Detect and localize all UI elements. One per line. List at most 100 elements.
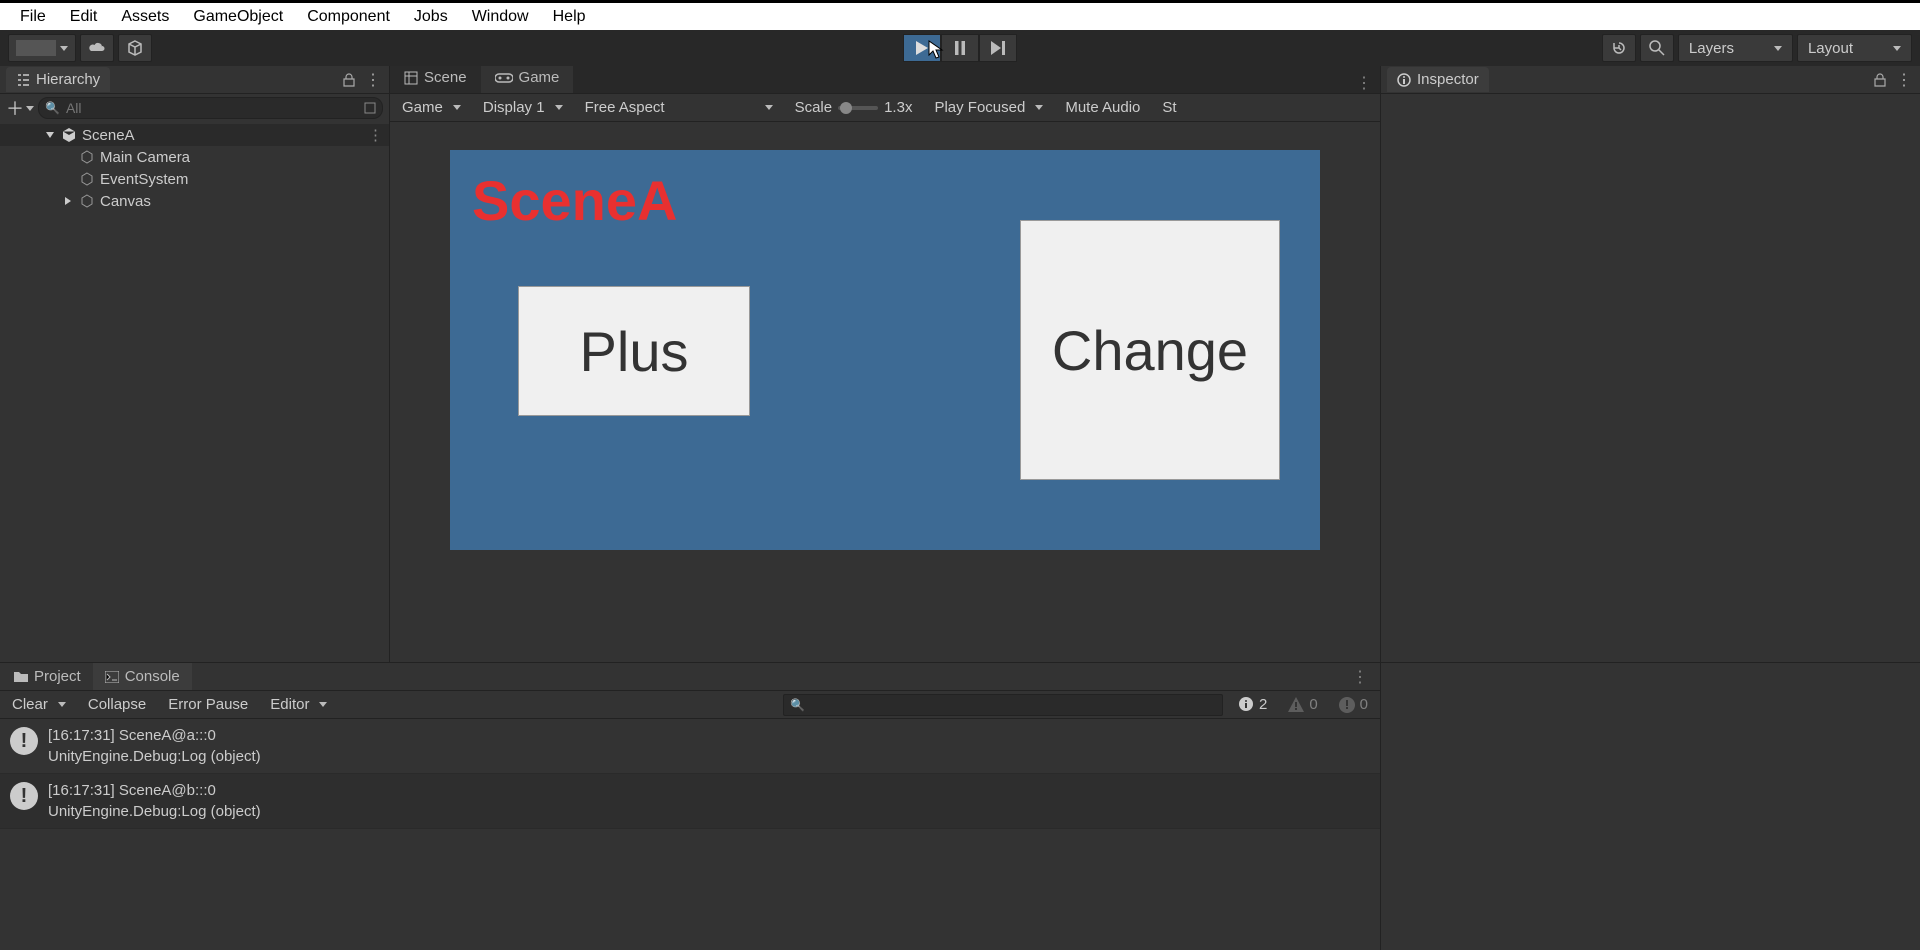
stats-toggle[interactable]: St [1156,99,1182,116]
hierarchy-search-type-icon[interactable] [364,102,376,114]
search-icon: 🔍 [790,698,805,712]
tab-game[interactable]: Game [481,64,574,93]
gameobject-icon [78,170,96,188]
inspector-menu-button[interactable]: ⋮ [1894,70,1914,90]
info-bubble-icon [1237,696,1255,714]
game-plus-button[interactable]: Plus [518,286,750,416]
history-icon [1611,40,1627,56]
log-info-icon: ! [10,782,38,810]
display-dropdown[interactable]: Display 1 [477,99,569,116]
game-view: SceneA Plus Change [390,122,1380,662]
layers-dropdown[interactable]: Layers [1678,34,1793,62]
layout-dropdown[interactable]: Layout [1797,34,1912,62]
tab-console[interactable]: Console [93,663,192,690]
console-search-box[interactable]: 🔍 [783,694,1223,716]
console-log-entry[interactable]: ! [16:17:31] SceneA@a:::0 UnityEngine.De… [0,719,1380,774]
global-search-button[interactable] [1640,34,1674,62]
info-icon [1397,73,1411,87]
console-collapse-toggle[interactable]: Collapse [82,696,152,713]
menu-dots-icon: ⋮ [1896,70,1912,90]
menubar: File Edit Assets GameObject Component Jo… [0,0,1920,30]
console-error-pause-toggle[interactable]: Error Pause [162,696,254,713]
step-button[interactable] [979,34,1017,62]
console-log-entry[interactable]: ! [16:17:31] SceneA@b:::0 UnityEngine.De… [0,774,1380,829]
search-icon: 🔍 [45,101,60,115]
console-icon [105,671,119,683]
hierarchy-tree: SceneA ⋮ Main Camera EventSystem [0,122,389,662]
hierarchy-lock-button[interactable] [339,70,359,90]
menu-dots-icon: ⋮ [365,70,381,90]
play-button[interactable] [903,34,941,62]
center-panel-menu[interactable]: ⋮ [1356,73,1372,93]
mute-audio-toggle[interactable]: Mute Audio [1059,99,1146,116]
tab-scene[interactable]: Scene [390,64,481,93]
hierarchy-search-input[interactable] [66,100,358,116]
cloud-button[interactable] [80,34,114,62]
main-toolbar: Layers Layout [0,30,1920,66]
hierarchy-panel: Hierarchy ⋮ ＋ 🔍 [0,66,390,662]
bottom-panel-menu[interactable]: ⋮ [1352,667,1368,687]
console-error-filter[interactable]: 0 [1332,696,1374,714]
tab-project[interactable]: Project [2,663,93,690]
menu-component[interactable]: Component [295,4,402,30]
console-search-input[interactable] [811,697,1216,713]
warning-icon [1287,696,1305,714]
search-icon [1649,40,1665,56]
scene-item-menu[interactable]: ⋮ [368,126,383,144]
game-icon [495,72,513,84]
lock-icon [343,73,355,87]
inspector-tab[interactable]: Inspector [1387,67,1489,92]
hierarchy-item-canvas[interactable]: Canvas [0,190,389,212]
gameobject-icon [78,148,96,166]
aspect-dropdown[interactable]: Free Aspect [579,99,779,116]
menu-edit[interactable]: Edit [58,4,110,30]
menu-help[interactable]: Help [541,4,598,30]
game-toolbar: Game Display 1 Free Aspect Scale 1.3x Pl… [390,94,1380,122]
hierarchy-search-box[interactable]: 🔍 [38,97,383,119]
scene-icon [404,71,418,85]
hierarchy-item-eventsystem[interactable]: EventSystem [0,168,389,190]
console-log-list: ! [16:17:31] SceneA@a:::0 UnityEngine.De… [0,719,1380,829]
unity-icon [60,126,78,144]
playback-controls [903,34,1017,62]
package-icon [127,40,143,56]
lock-icon [1874,73,1886,87]
folder-icon [14,671,28,683]
menu-jobs[interactable]: Jobs [402,4,460,30]
hierarchy-scene-root[interactable]: SceneA ⋮ [0,124,389,146]
menu-gameobject[interactable]: GameObject [181,4,295,30]
inspector-panel: Inspector ⋮ [1380,66,1920,662]
error-icon [1338,696,1356,714]
game-change-button[interactable]: Change [1020,220,1280,480]
game-mode-dropdown[interactable]: Game [396,99,467,116]
menu-file[interactable]: File [8,4,58,30]
scale-control[interactable]: Scale 1.3x [789,99,919,116]
console-info-filter[interactable]: 2 [1231,696,1273,714]
hierarchy-item-main-camera[interactable]: Main Camera [0,146,389,168]
center-panel: Scene Game ⋮ Game Display 1 Free Aspect … [390,66,1380,662]
console-clear-button[interactable]: Clear [6,696,72,713]
pause-icon [955,41,965,55]
scale-slider[interactable] [838,106,878,110]
pause-button[interactable] [941,34,979,62]
log-info-icon: ! [10,727,38,755]
console-warn-filter[interactable]: 0 [1281,696,1323,714]
hierarchy-add-button[interactable]: ＋ [6,95,34,121]
play-focused-dropdown[interactable]: Play Focused [928,99,1049,116]
console-editor-dropdown[interactable]: Editor [264,696,333,713]
menu-window[interactable]: Window [460,4,541,30]
cloud-icon [88,41,106,55]
console-panel: Project Console ⋮ Clear Collapse Error P… [0,663,1380,950]
game-canvas[interactable]: SceneA Plus Change [450,150,1320,550]
play-icon [916,41,928,55]
hierarchy-menu-button[interactable]: ⋮ [363,70,383,90]
inspector-lock-button[interactable] [1870,70,1890,90]
account-dropdown[interactable] [8,34,76,62]
bottom-right-spacer [1380,663,1920,950]
menu-assets[interactable]: Assets [109,4,181,30]
hierarchy-icon [16,73,30,87]
step-icon [991,41,1005,55]
undo-history-button[interactable] [1602,34,1636,62]
hierarchy-tab[interactable]: Hierarchy [6,67,110,92]
package-button[interactable] [118,34,152,62]
